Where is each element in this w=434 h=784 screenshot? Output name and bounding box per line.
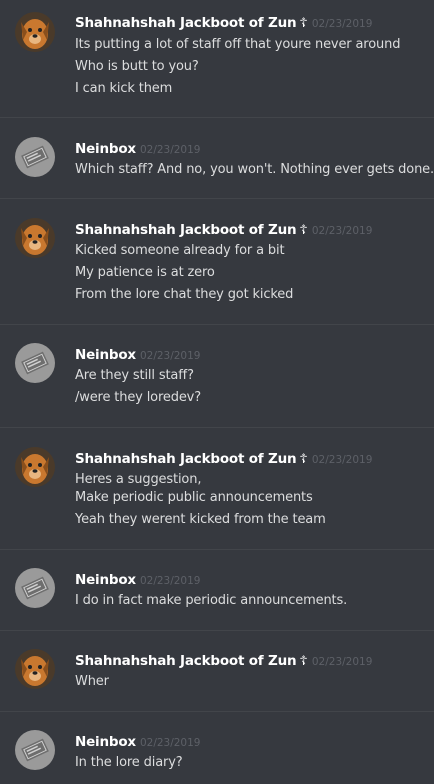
avatar-dog[interactable] (15, 649, 55, 689)
message-text: Yeah they werent kicked from the team (75, 512, 326, 527)
message-text: In the lore diary? (75, 755, 183, 770)
username[interactable]: Shahnahshah Jackboot of Zun (75, 15, 297, 31)
message-text: I can kick them (75, 81, 173, 96)
message-text: Its putting a lot of staff off that your… (75, 37, 401, 52)
message-group: Neinbox 02/23/2019 Which staff? And no, y… (0, 118, 434, 199)
message-text: Which staff? And no, you won't. Nothing … (75, 162, 434, 177)
message-header: Shahnahshah Jackboot of Zun ☦ 02/23/2019 (75, 650, 372, 669)
avatar-dog[interactable] (15, 447, 55, 487)
message-text: Kicked someone already for a bit (75, 243, 285, 258)
cross-icon: ☦ (299, 16, 308, 31)
message-header: Neinbox 02/23/2019 (75, 344, 200, 363)
timestamp[interactable]: 02/23/2019 (312, 656, 373, 668)
message-text: /were they loredev? (75, 390, 201, 405)
username[interactable]: Neinbox (75, 141, 136, 157)
timestamp[interactable]: 02/23/2019 (312, 18, 373, 30)
avatar-dog[interactable] (15, 12, 55, 52)
timestamp[interactable]: 02/23/2019 (140, 350, 201, 362)
message-header: Neinbox 02/23/2019 (75, 138, 200, 157)
message-group: Shahnahshah Jackboot of Zun ☦ 02/23/2019 K… (0, 199, 434, 325)
message-text: Wher (75, 674, 109, 689)
avatar-neinbox[interactable] (15, 568, 55, 608)
message-group: Shahnahshah Jackboot of Zun ☦ 02/23/2019 W… (0, 631, 434, 712)
username[interactable]: Shahnahshah Jackboot of Zun (75, 451, 297, 467)
cross-icon: ☦ (299, 452, 308, 467)
avatar-neinbox[interactable] (15, 730, 55, 770)
message-text: Are they still staff? (75, 368, 194, 383)
message-text: My patience is at zero (75, 265, 215, 280)
timestamp[interactable]: 02/23/2019 (140, 144, 201, 156)
message-header: Shahnahshah Jackboot of Zun ☦ 02/23/2019 (75, 12, 372, 31)
cross-icon: ☦ (299, 654, 308, 669)
username[interactable]: Neinbox (75, 572, 136, 588)
message-group: Shahnahshah Jackboot of Zun ☦ 02/23/2019 H… (0, 428, 434, 550)
message-header: Neinbox 02/23/2019 (75, 731, 200, 750)
avatar-neinbox[interactable] (15, 137, 55, 177)
message-group: Neinbox 02/23/2019 In the lore diary? (0, 712, 434, 784)
timestamp[interactable]: 02/23/2019 (312, 225, 373, 237)
username[interactable]: Shahnahshah Jackboot of Zun (75, 653, 297, 669)
timestamp[interactable]: 02/23/2019 (312, 454, 373, 466)
message-text: From the lore chat they got kicked (75, 287, 294, 302)
message-header: Neinbox 02/23/2019 (75, 569, 200, 588)
timestamp[interactable]: 02/23/2019 (140, 737, 201, 749)
avatar-dog[interactable] (15, 218, 55, 258)
message-text: I do in fact make periodic announcements… (75, 593, 348, 608)
message-text: Make periodic public announcements (75, 490, 313, 505)
timestamp[interactable]: 02/23/2019 (140, 575, 201, 587)
message-header: Shahnahshah Jackboot of Zun ☦ 02/23/2019 (75, 448, 372, 467)
message-text: Heres a suggestion, (75, 472, 202, 487)
username[interactable]: Shahnahshah Jackboot of Zun (75, 222, 297, 238)
message-text: Who is butt to you? (75, 59, 199, 74)
message-header: Shahnahshah Jackboot of Zun ☦ 02/23/2019 (75, 219, 372, 238)
message-group: Shahnahshah Jackboot of Zun ☦ 02/23/2019 I… (0, 0, 434, 118)
cross-icon: ☦ (299, 223, 308, 238)
message-group: Neinbox 02/23/2019 I do in fact make peri… (0, 550, 434, 631)
avatar-neinbox[interactable] (15, 343, 55, 383)
username[interactable]: Neinbox (75, 347, 136, 363)
message-group: Neinbox 02/23/2019 Are they still staff? … (0, 325, 434, 428)
username[interactable]: Neinbox (75, 734, 136, 750)
